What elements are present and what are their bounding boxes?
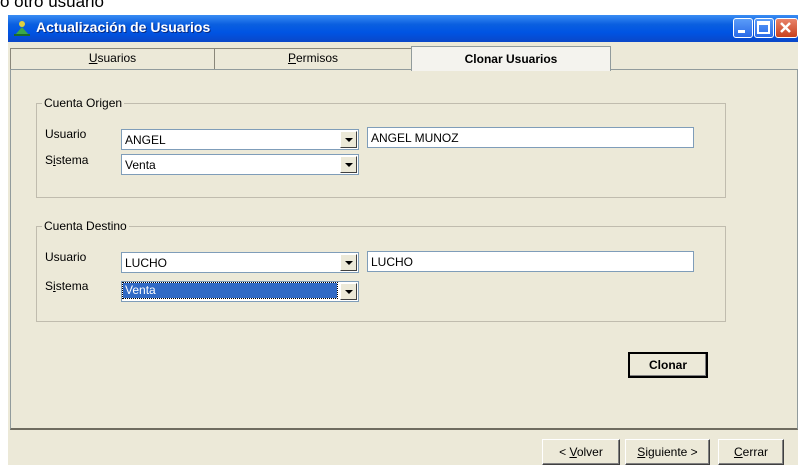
destino-sistema-label: Sistema	[45, 279, 89, 293]
tab-permisos[interactable]: Permisos	[214, 48, 412, 69]
tab-permisos-accel: P	[287, 51, 296, 65]
maximize-icon	[757, 21, 770, 34]
window-title: Actualización de Usuarios	[36, 19, 211, 35]
destino-nombre-field[interactable]: LUCHO	[367, 251, 694, 272]
app-icon	[13, 19, 31, 37]
origen-sistema-combo[interactable]: Venta	[121, 154, 359, 175]
clonar-button[interactable]: Clonar	[628, 352, 708, 378]
chevron-down-icon[interactable]	[340, 156, 357, 173]
minimize-icon	[738, 30, 745, 33]
chevron-down-icon[interactable]	[340, 254, 357, 271]
origen-usuario-label: Usuario	[45, 127, 87, 141]
destino-usuario-value: LUCHO	[125, 256, 168, 270]
title-bar[interactable]: Actualización de Usuarios	[8, 15, 798, 42]
close-button[interactable]	[775, 18, 798, 38]
origen-sistema-value: Venta	[125, 158, 156, 172]
chevron-down-icon[interactable]	[340, 283, 357, 300]
window-client-area: Usuarios Permisos Clonar Usuarios Cuenta…	[8, 42, 798, 465]
destino-sistema-combo[interactable]: Venta	[121, 281, 359, 302]
minimize-button[interactable]	[733, 18, 753, 38]
cuenta-origen-group: Cuenta Origen Usuario Sistema ANGEL Vent…	[36, 96, 726, 198]
chevron-down-icon[interactable]	[340, 131, 357, 148]
siguiente-button[interactable]: Siguiente >	[625, 439, 710, 465]
origen-nombre-value: ANGEL MUNOZ	[371, 131, 459, 145]
destino-usuario-label: Usuario	[45, 250, 87, 264]
cuenta-destino-legend: Cuenta Destino	[42, 219, 129, 233]
cerrar-button[interactable]: Cerrar	[718, 439, 784, 465]
tab-usuarios[interactable]: Usuarios	[10, 48, 215, 69]
origen-usuario-combo[interactable]: ANGEL	[121, 129, 359, 150]
origen-sistema-label: Sistema	[45, 153, 89, 167]
destino-sistema-value: Venta	[122, 282, 338, 299]
cuenta-origen-legend: Cuenta Origen	[42, 96, 125, 110]
tab-clonar-usuarios-label: Clonar Usuarios	[464, 52, 558, 66]
cropped-top-text: o otro usuario	[0, 0, 104, 11]
destino-usuario-combo[interactable]: LUCHO	[121, 252, 359, 273]
tab-panel: Cuenta Origen Usuario Sistema ANGEL Vent…	[10, 69, 798, 430]
maximize-button[interactable]	[754, 18, 774, 38]
tab-usuarios-label: suarios	[97, 51, 137, 65]
origen-nombre-field[interactable]: ANGEL MUNOZ	[367, 127, 694, 148]
cuenta-destino-group: Cuenta Destino Usuario Sistema LUCHO Ven…	[36, 219, 726, 322]
tab-permisos-label: ermisos	[296, 51, 339, 65]
tab-clonar-usuarios[interactable]: Clonar Usuarios	[411, 46, 611, 71]
volver-button[interactable]: < Volver	[542, 439, 620, 465]
destino-nombre-value: LUCHO	[371, 255, 414, 269]
close-icon	[780, 22, 791, 33]
origen-usuario-value: ANGEL	[125, 133, 166, 147]
